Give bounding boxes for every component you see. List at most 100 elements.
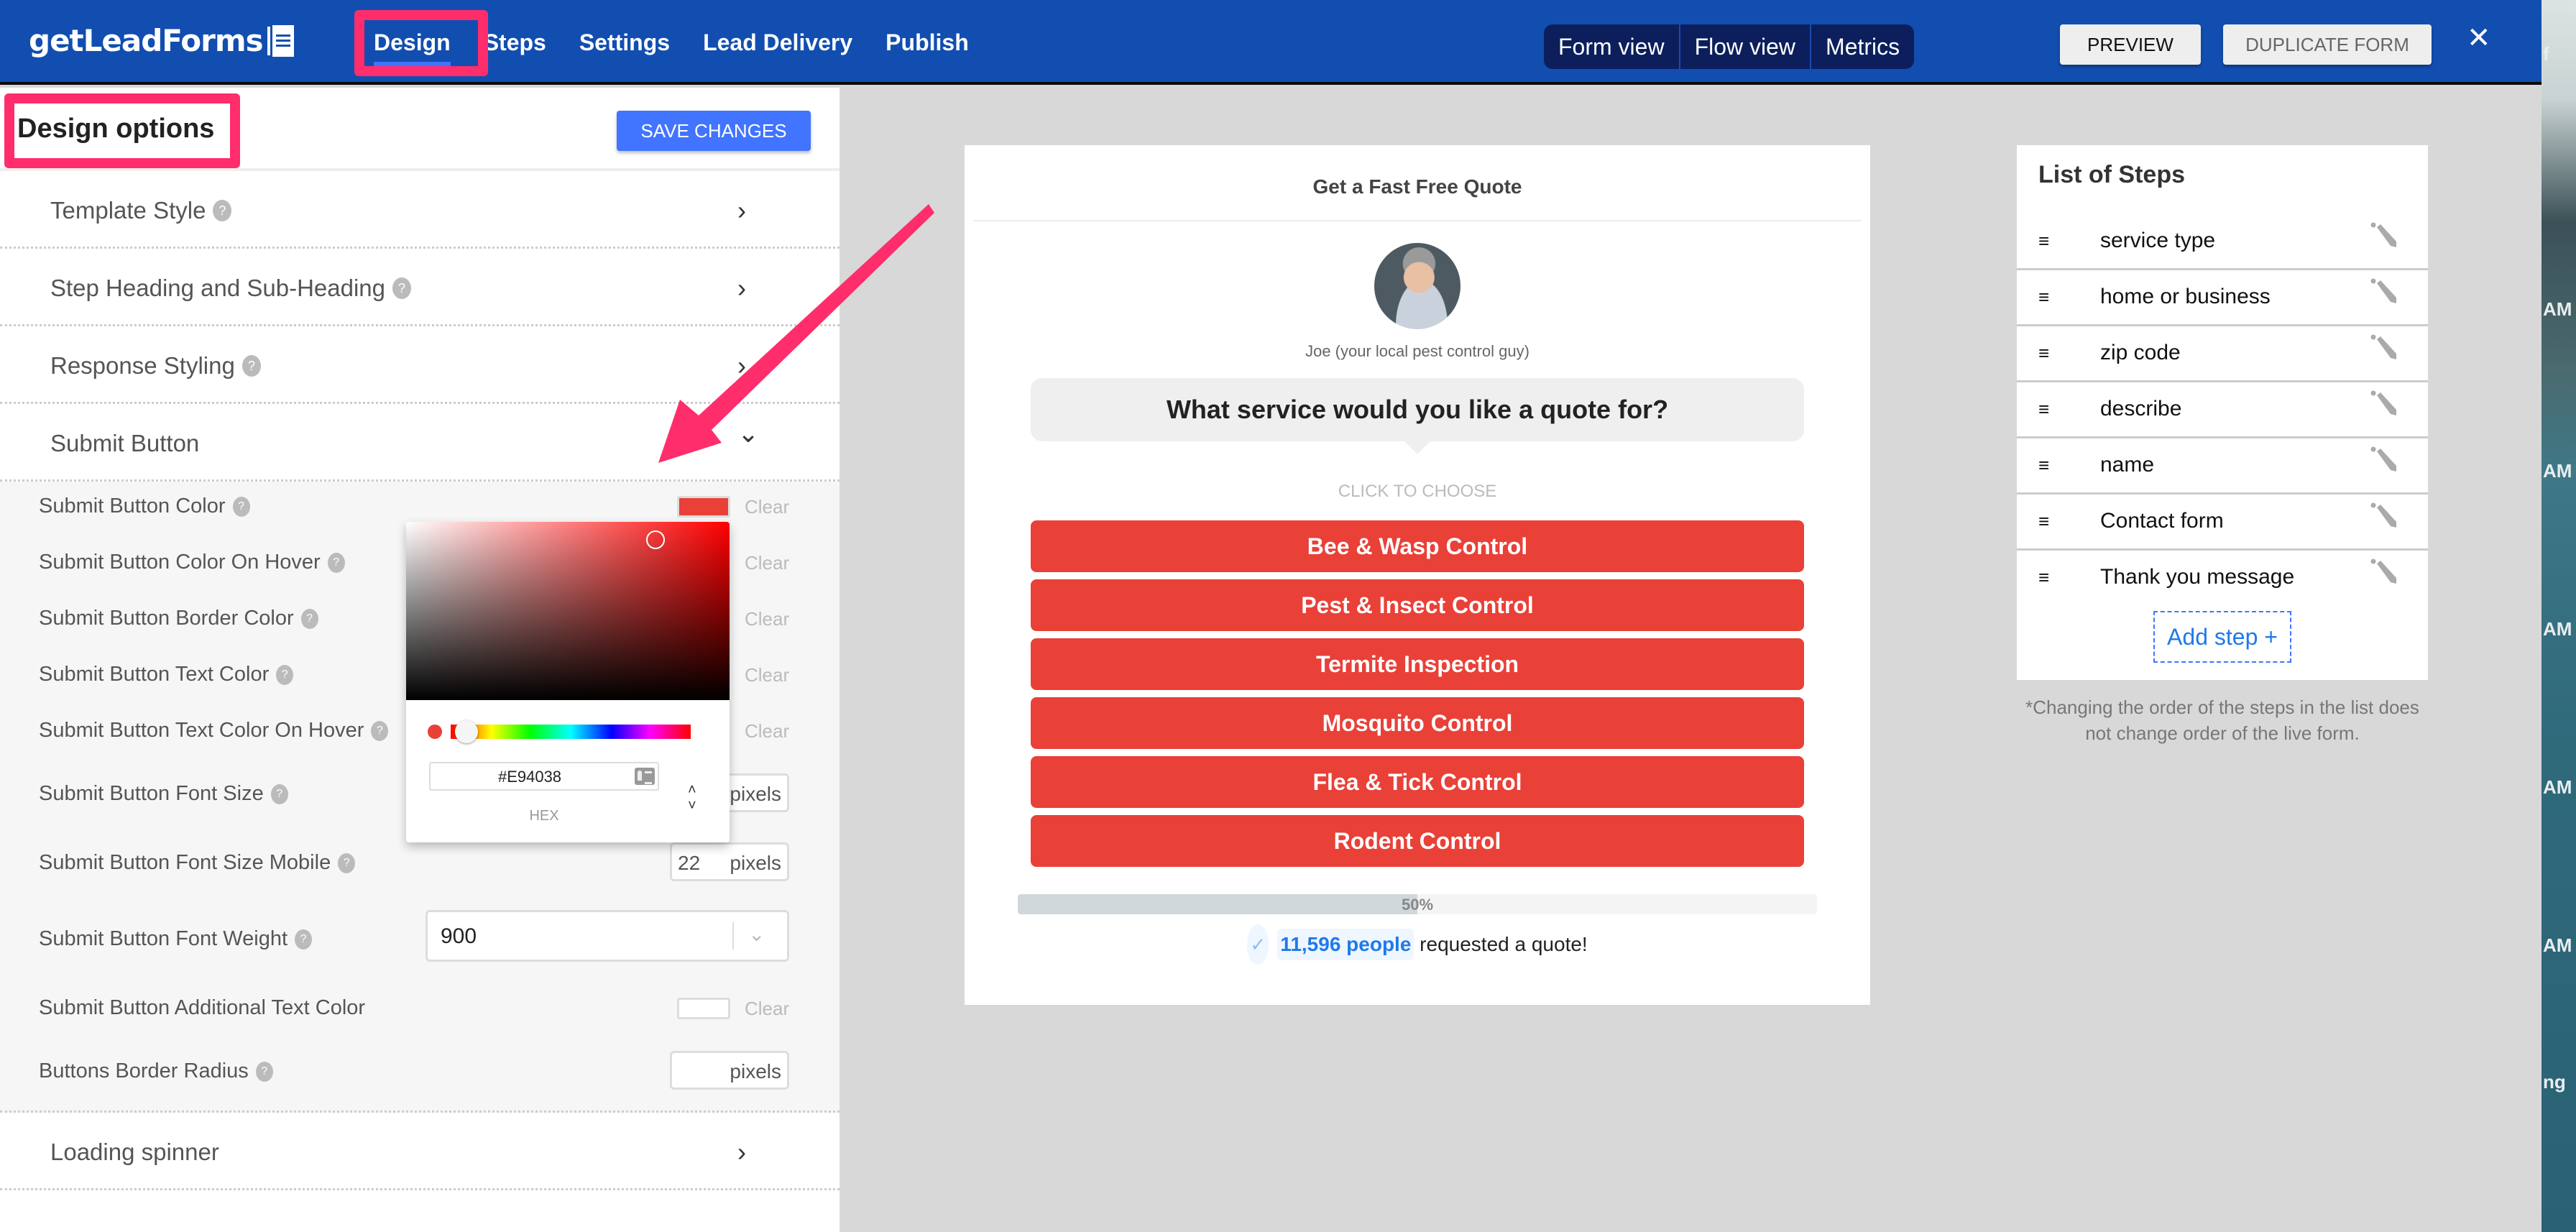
option-button[interactable]: Pest & Insect Control — [1031, 579, 1804, 631]
clear-color-button[interactable]: Clear — [745, 720, 789, 743]
step-item[interactable]: ≡ Thank you message — [2017, 551, 2428, 607]
drag-handle-icon[interactable]: ≡ — [2038, 566, 2049, 589]
desktop-label: AM — [2543, 618, 2572, 640]
click-to-choose-label: CLICK TO CHOOSE — [1338, 482, 1497, 501]
border-radius-input[interactable]: pixels — [670, 1051, 789, 1090]
clear-color-button[interactable]: Clear — [745, 608, 789, 630]
progress-label: 50% — [1401, 896, 1434, 914]
pencil-edit-icon[interactable] — [2368, 500, 2399, 532]
color-picker-popup: #E94038 HEX ˄ ˅ — [406, 522, 730, 842]
logo[interactable]: getLeadForms — [29, 23, 294, 58]
color-selector-handle[interactable] — [646, 530, 665, 549]
help-icon[interactable]: ? — [255, 1061, 273, 1082]
pencil-edit-icon[interactable] — [2368, 556, 2399, 588]
hue-slider[interactable] — [451, 725, 691, 739]
nav-steps[interactable]: Steps — [484, 24, 546, 62]
clear-color-button[interactable]: Clear — [745, 998, 789, 1020]
chevron-down-icon[interactable]: ˅ — [688, 798, 696, 814]
hex-input[interactable]: #E94038 — [429, 762, 659, 791]
font-weight-select[interactable]: 900 ⌄ — [426, 910, 789, 962]
tab-metrics[interactable]: Metrics — [1811, 24, 1914, 69]
option-button[interactable]: Rodent Control — [1031, 815, 1804, 867]
help-icon[interactable]: ? — [327, 552, 345, 573]
section-step-heading[interactable]: Step Heading and Sub-Heading? › — [0, 249, 840, 326]
additional-text-color-swatch[interactable] — [677, 998, 730, 1019]
section-submit-button[interactable]: Submit Button ⌄ — [0, 404, 840, 482]
help-icon[interactable]: ? — [276, 664, 294, 685]
desktop-label: AM — [2543, 298, 2572, 320]
chevron-up-icon[interactable]: ˄ — [688, 782, 696, 798]
agent-avatar — [1374, 243, 1460, 329]
tab-flow-view[interactable]: Flow view — [1680, 24, 1812, 69]
question-bubble: What service would you like a quote for? — [1031, 378, 1804, 454]
help-icon[interactable]: ? — [392, 277, 412, 299]
chevron-right-icon: › — [737, 351, 746, 380]
nav-design[interactable]: Design — [374, 24, 451, 66]
section-label: Template Style — [50, 197, 206, 224]
help-icon[interactable]: ? — [242, 355, 261, 377]
drag-handle-icon[interactable]: ≡ — [2038, 510, 2049, 533]
drag-handle-icon[interactable]: ≡ — [2038, 230, 2049, 252]
chevron-down-icon: ⌄ — [748, 923, 765, 945]
drag-handle-icon[interactable]: ≡ — [2038, 398, 2049, 420]
step-label: describe — [2100, 397, 2182, 420]
clear-color-button[interactable]: Clear — [745, 664, 789, 686]
help-icon[interactable]: ? — [232, 496, 250, 517]
step-label: service type — [2100, 229, 2216, 252]
font-size-mobile-input[interactable]: 22 pixels — [670, 842, 789, 881]
nav-publish[interactable]: Publish — [886, 24, 969, 62]
field-label: Submit Button Font Weight? — [39, 927, 313, 951]
saturation-value-area[interactable] — [406, 522, 730, 700]
desktop-label: ng — [2543, 1071, 2566, 1093]
option-button[interactable]: Mosquito Control — [1031, 697, 1804, 749]
help-icon[interactable]: ? — [213, 200, 232, 221]
option-button[interactable]: Termite Inspection — [1031, 638, 1804, 690]
submit-button-color-swatch[interactable] — [677, 496, 730, 518]
clear-color-button[interactable]: Clear — [745, 552, 789, 574]
check-icon: ✓ — [1247, 924, 1269, 965]
help-icon[interactable]: ? — [338, 852, 356, 873]
field-label: Submit Button Font Size? — [39, 782, 288, 806]
pencil-edit-icon[interactable] — [2368, 220, 2399, 252]
step-item[interactable]: ≡ name — [2017, 438, 2428, 495]
eyedropper-contact-icon[interactable] — [635, 768, 655, 785]
step-item[interactable]: ≡ service type — [2017, 214, 2428, 270]
add-step-button[interactable]: Add step + — [2153, 611, 2291, 663]
close-icon[interactable]: ✕ — [2467, 22, 2491, 55]
clear-color-button[interactable]: Clear — [745, 496, 789, 518]
section-template-style[interactable]: Template Style? › — [0, 171, 840, 249]
help-icon[interactable]: ? — [371, 720, 389, 741]
step-item[interactable]: ≡ describe — [2017, 382, 2428, 438]
view-switcher: Form view Flow view Metrics — [1544, 24, 1915, 69]
logo-text: getLeadForms — [29, 23, 264, 58]
agent-name: Joe (your local pest control guy) — [1305, 342, 1530, 360]
pencil-edit-icon[interactable] — [2368, 332, 2399, 364]
pencil-edit-icon[interactable] — [2368, 276, 2399, 308]
nav-lead-delivery[interactable]: Lead Delivery — [703, 24, 852, 62]
help-icon[interactable]: ? — [300, 608, 318, 629]
social-proof: ✓ 11,596 people requested a quote! — [965, 924, 1870, 965]
pencil-edit-icon[interactable] — [2368, 388, 2399, 420]
save-changes-button[interactable]: SAVE CHANGES — [617, 111, 811, 151]
help-icon[interactable]: ? — [270, 783, 288, 804]
color-mode-stepper[interactable]: ˄ ˅ — [688, 782, 696, 814]
preview-button[interactable]: PREVIEW — [2060, 24, 2201, 65]
chevron-right-icon: › — [737, 1137, 746, 1167]
option-button[interactable]: Bee & Wasp Control — [1031, 520, 1804, 572]
option-button[interactable]: Flea & Tick Control — [1031, 756, 1804, 808]
step-item[interactable]: ≡ home or business — [2017, 270, 2428, 326]
step-item[interactable]: ≡ zip code — [2017, 326, 2428, 382]
duplicate-form-button[interactable]: DUPLICATE FORM — [2223, 24, 2432, 65]
section-response-styling[interactable]: Response Styling? › — [0, 326, 840, 404]
help-icon[interactable]: ? — [295, 929, 313, 950]
drag-handle-icon[interactable]: ≡ — [2038, 454, 2049, 477]
drag-handle-icon[interactable]: ≡ — [2038, 286, 2049, 308]
tab-form-view[interactable]: Form view — [1544, 24, 1680, 69]
pencil-edit-icon[interactable] — [2368, 444, 2399, 476]
hue-slider-handle[interactable] — [455, 720, 478, 743]
nav-settings[interactable]: Settings — [579, 24, 670, 62]
drag-handle-icon[interactable]: ≡ — [2038, 342, 2049, 364]
section-loading-spinner[interactable]: Loading spinner › — [0, 1113, 840, 1190]
field-label: Buttons Border Radius? — [39, 1059, 273, 1083]
step-item[interactable]: ≡ Contact form — [2017, 495, 2428, 551]
